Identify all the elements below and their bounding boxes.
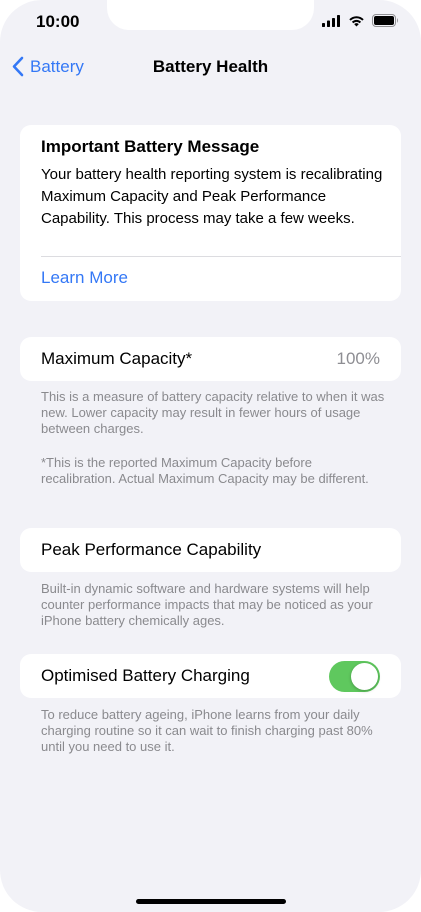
toggle-knob — [351, 663, 378, 690]
optimised-charging-label: Optimised Battery Charging — [41, 666, 250, 685]
home-indicator[interactable] — [136, 899, 286, 904]
message-body: Your battery health reporting system is … — [41, 166, 383, 227]
divider — [41, 256, 401, 257]
back-button-label: Battery — [30, 56, 84, 76]
status-time: 10:00 — [36, 12, 80, 31]
notch — [107, 0, 314, 30]
maximum-capacity-footnote: This is a measure of battery capacity re… — [41, 389, 385, 436]
learn-more-link[interactable]: Learn More — [41, 268, 128, 288]
optimised-charging-toggle[interactable] — [329, 661, 380, 692]
optimised-charging-footnote: To reduce battery ageing, iPhone learns … — [41, 707, 373, 754]
back-button[interactable]: Battery — [12, 56, 84, 77]
peak-performance-row: Peak Performance Capability — [20, 528, 401, 572]
maximum-capacity-row: Maximum Capacity* 100% — [20, 337, 401, 381]
status-icons — [322, 14, 399, 32]
peak-performance-label: Peak Performance Capability — [41, 540, 262, 559]
battery-message-card: Important Battery Message Your battery h… — [20, 125, 401, 301]
peak-performance-footnote: Built-in dynamic software and hardware s… — [41, 581, 373, 628]
wifi-icon — [348, 14, 365, 32]
message-title: Important Battery Message — [41, 137, 260, 156]
optimised-charging-row: Optimised Battery Charging — [20, 654, 401, 698]
chevron-left-icon — [12, 56, 24, 77]
maximum-capacity-label: Maximum Capacity* — [41, 349, 193, 368]
maximum-capacity-value: 100% — [336, 349, 380, 368]
recalibration-footnote: *This is the reported Maximum Capacity b… — [41, 455, 369, 486]
battery-icon — [372, 14, 399, 32]
phone-screen: 10:00 Battery Battery Health Important B… — [0, 0, 421, 912]
cellular-signal-icon — [322, 14, 341, 32]
